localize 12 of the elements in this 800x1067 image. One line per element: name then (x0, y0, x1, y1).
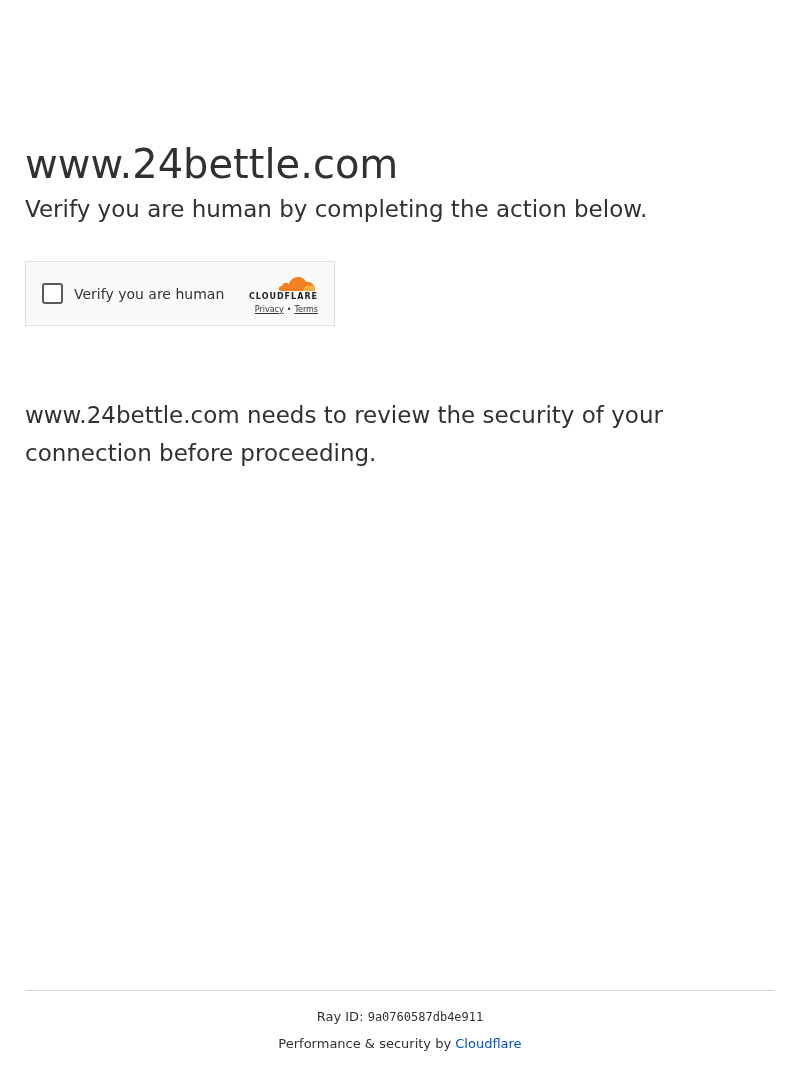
checkbox-label: Verify you are human (74, 285, 225, 302)
separator-dot: • (286, 305, 292, 315)
ray-id: Ray ID: 9a0760587db4e911 (315, 1008, 485, 1026)
terms-link[interactable]: Terms (294, 305, 318, 315)
privacy-link[interactable]: Privacy (254, 305, 284, 315)
page-heading: www.24bettle.com (25, 140, 400, 188)
security-message: www.24bettle.com needs to review the security of your connection before proceeding. (25, 401, 664, 468)
page-subtitle: Verify you are human by completing the action below. (25, 195, 649, 224)
cloudflare-link[interactable]: Cloudflare (455, 1036, 522, 1051)
checkbox[interactable] (42, 283, 63, 304)
brand-name: CLOUDFLARE (249, 292, 318, 301)
credit-text: Performance & security by Cloudflare (277, 1035, 523, 1053)
